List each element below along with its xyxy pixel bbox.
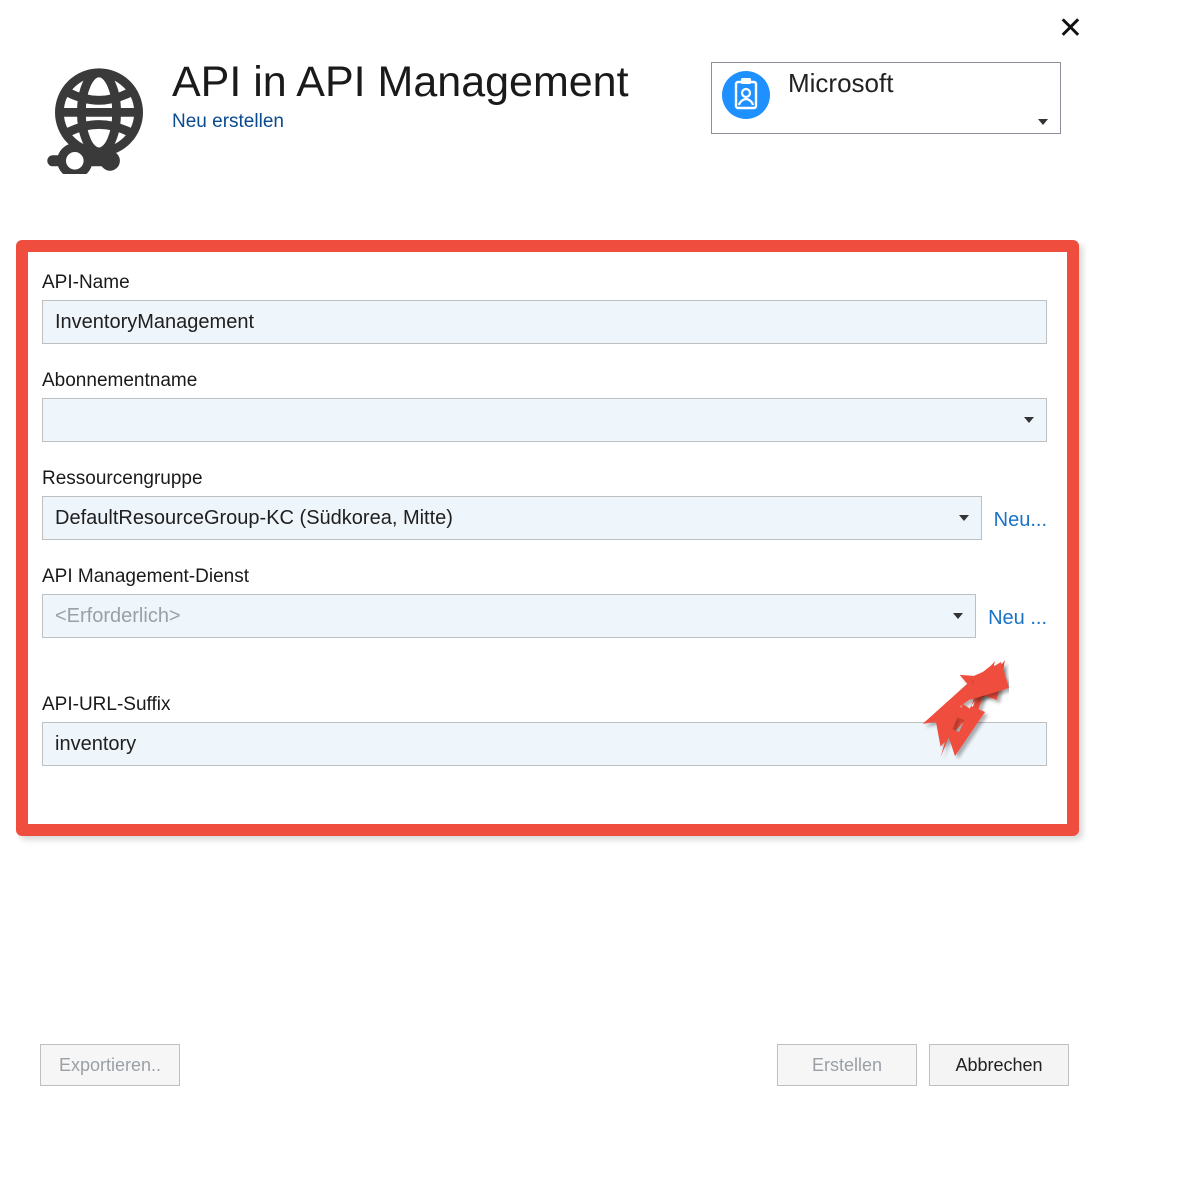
create-button[interactable]: Erstellen — [777, 1044, 917, 1086]
subscription-select[interactable] — [42, 398, 1047, 442]
resource-group-label: Ressourcengruppe — [42, 468, 982, 490]
apim-service-label: API Management-Dienst — [42, 566, 976, 588]
chevron-down-icon — [1024, 417, 1034, 423]
url-suffix-input[interactable] — [42, 722, 1047, 766]
api-management-dialog: ✕ API in API Management Neu erstellen — [0, 0, 1189, 1184]
apim-service-select[interactable]: <Erforderlich> — [42, 594, 976, 638]
export-button[interactable]: Exportieren.. — [40, 1044, 180, 1086]
chevron-down-icon — [1038, 119, 1048, 125]
close-icon[interactable]: ✕ — [1058, 14, 1083, 44]
api-name-label: API-Name — [42, 272, 1047, 294]
url-suffix-label: API-URL-Suffix — [42, 694, 1047, 716]
api-name-input[interactable] — [42, 300, 1047, 344]
chevron-down-icon — [953, 613, 963, 619]
account-label: Microsoft — [788, 69, 893, 98]
apim-service-new-link[interactable]: Neu ... — [988, 607, 1047, 629]
resource-group-select[interactable]: DefaultResourceGroup-KC (Südkorea, Mitte… — [42, 496, 982, 540]
account-selector[interactable]: Microsoft — [711, 62, 1061, 134]
subscription-label: Abonnementname — [42, 370, 1047, 392]
chevron-down-icon — [959, 515, 969, 521]
resource-group-value: DefaultResourceGroup-KC (Südkorea, Mitte… — [55, 507, 453, 530]
form-highlight-box: API-Name Abonnementname Ressourcengruppe… — [16, 240, 1079, 836]
resource-group-new-link[interactable]: Neu... — [994, 509, 1047, 531]
apim-service-placeholder: <Erforderlich> — [55, 605, 181, 628]
cancel-button[interactable]: Abbrechen — [929, 1044, 1069, 1086]
account-avatar-icon — [722, 71, 770, 119]
dialog-footer: Exportieren.. Erstellen Abbrechen — [40, 1044, 1069, 1086]
globe-api-icon — [44, 64, 154, 179]
